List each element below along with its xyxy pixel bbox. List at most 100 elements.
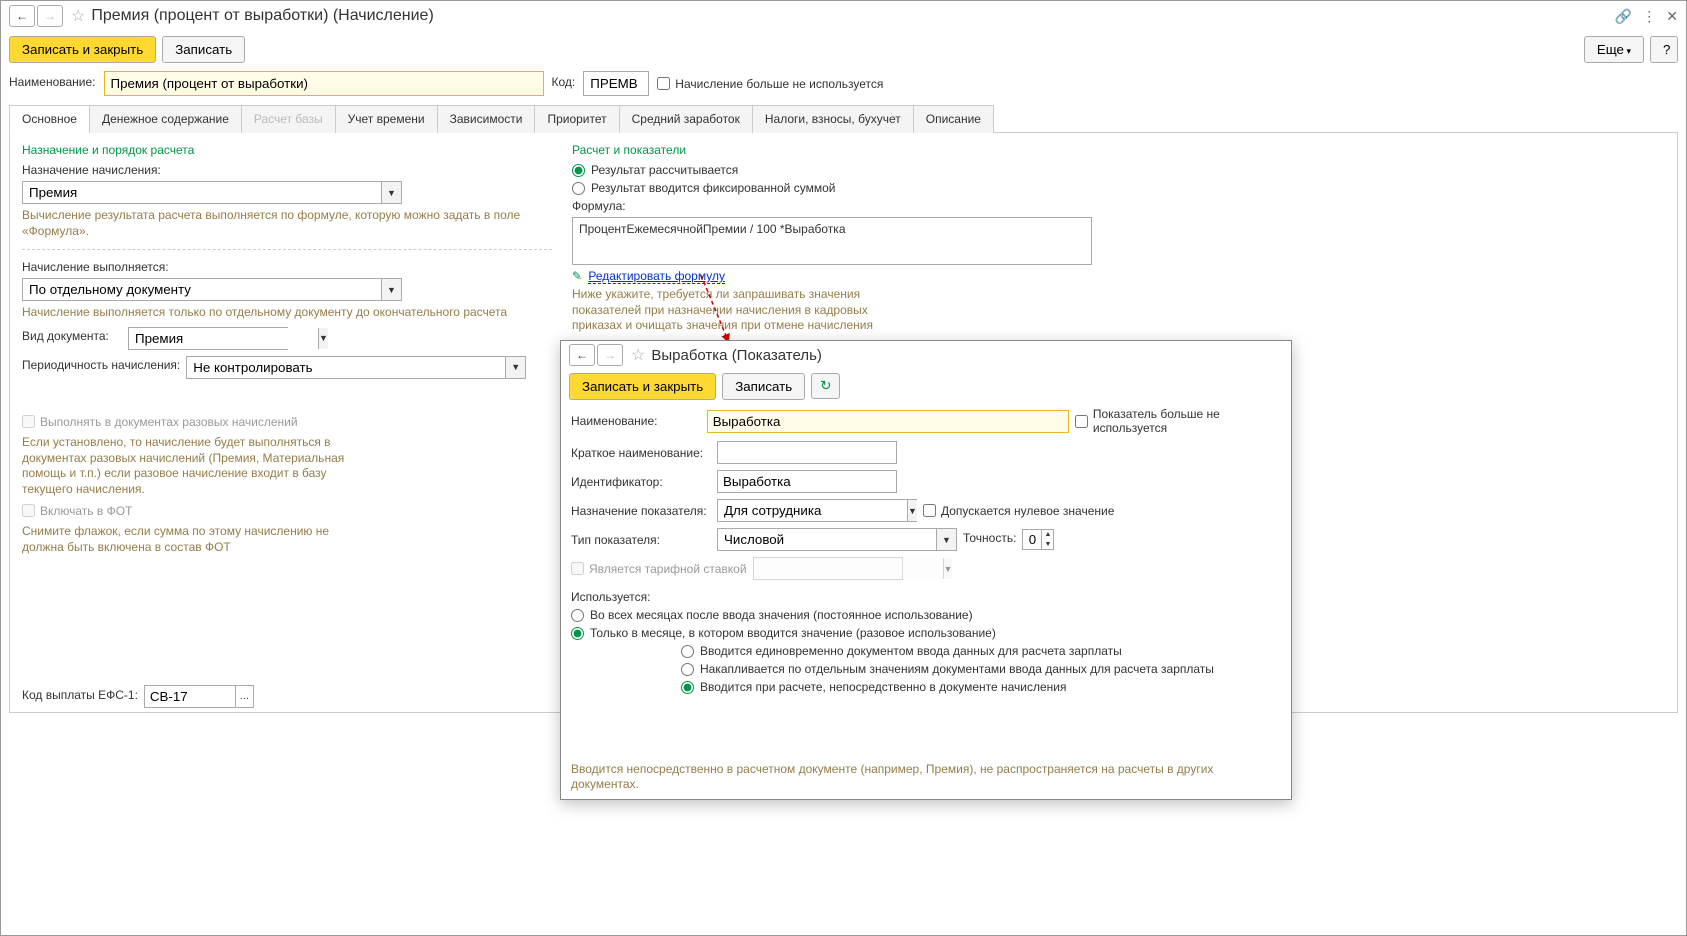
popup-id-input[interactable] [717,470,897,493]
period-value[interactable] [187,357,505,378]
tab-avg[interactable]: Средний заработок [619,105,753,133]
doc-type-value[interactable] [129,328,318,349]
favorite-icon[interactable]: ☆ [71,6,85,26]
save-button[interactable]: Записать [162,36,245,63]
edit-formula-link[interactable]: Редактировать формулу [588,269,725,284]
fot-hint: Снимите флажок, если сумма по этому начи… [22,524,372,555]
popup-not-used-checkbox[interactable]: Показатель больше не используется [1075,407,1281,435]
purpose-select[interactable]: ▼ [22,181,402,204]
help-button[interactable]: ? [1650,36,1678,63]
popup-precision-spinner[interactable]: ▲▼ [1022,529,1054,550]
pencil-icon: ✎ [572,269,582,283]
period-select[interactable]: ▼ [186,356,526,379]
popup-precision-label: Точность: [963,531,1016,545]
popup-titlebar: ← → ☆ Выработка (Показатель) [561,341,1291,369]
popup-back-button[interactable]: ← [569,344,595,366]
popup-toolbar: Записать и закрыть Записать ↻ [561,369,1291,403]
chevron-down-icon[interactable]: ▼ [381,182,401,203]
doc-type-select[interactable]: ▼ [128,327,288,350]
code-label: Код: [552,75,576,89]
popup-type-select[interactable]: ▼ [717,528,957,551]
tab-time[interactable]: Учет времени [335,105,438,133]
popup-not-used-label: Показатель больше не используется [1093,407,1281,435]
popup-forward-button[interactable]: → [597,344,623,366]
exec-value[interactable] [23,279,381,300]
left-column: Назначение и порядок расчета Назначение … [22,143,552,702]
spin-up-icon[interactable]: ▲ [1042,530,1053,540]
tab-priority[interactable]: Приоритет [534,105,619,133]
tab-taxes[interactable]: Налоги, взносы, бухучет [752,105,914,133]
tab-base: Расчет базы [241,105,336,133]
name-label: Наименование: [9,75,96,89]
exec-label: Начисление выполняется: [22,260,169,274]
calc-radio-2[interactable]: Результат вводится фиксированной суммой [572,181,1665,195]
section-calc-title: Расчет и показатели [572,143,1665,157]
chevron-down-icon[interactable]: ▼ [505,357,525,378]
popup-save-button[interactable]: Записать [722,373,805,400]
popup-sub-opt3[interactable]: Вводится при расчете, непосредственно в … [681,680,1281,694]
popup-body: Наименование: Показатель больше не испол… [561,403,1291,702]
chevron-down-icon[interactable]: ▼ [907,500,917,521]
popup-title: Выработка (Показатель) [651,347,822,364]
popup-used-label: Используется: [571,590,651,604]
formula-label: Формула: [572,199,626,213]
popup-tariff-label: Является тарифной ставкой [589,562,747,576]
fot-label: Включать в ФОТ [40,504,132,518]
efs-label: Код выплаты ЕФС-1: [22,688,138,702]
popup-sub-opt1[interactable]: Вводится единовременно документом ввода … [681,644,1281,658]
chevron-down-icon[interactable]: ▼ [318,328,328,349]
tab-deps[interactable]: Зависимости [437,105,536,133]
link-icon[interactable]: 🔗 [1615,8,1632,25]
popup-allow-zero[interactable]: Допускается нулевое значение [923,504,1114,518]
exec-select[interactable]: ▼ [22,278,402,301]
popup-used-opt2[interactable]: Только в месяце, в котором вводится знач… [571,626,1281,640]
efs-row: Код выплаты ЕФС-1: … [22,685,254,708]
popup-refresh-button[interactable]: ↻ [811,373,840,399]
tab-main[interactable]: Основное [9,105,90,133]
kebab-icon[interactable]: ⋮ [1642,8,1656,25]
popup-tariff-select: ▼ [753,557,903,580]
calc-radio-2-label: Результат вводится фиксированной суммой [591,181,835,195]
save-close-button[interactable]: Записать и закрыть [9,36,156,63]
popup-purpose-select[interactable]: ▼ [717,499,917,522]
popup-window: ← → ☆ Выработка (Показатель) Записать и … [560,340,1292,800]
onetime-hint: Если установлено, то начисление будет вы… [22,435,372,497]
popup-short-input[interactable] [717,441,897,464]
efs-input[interactable]: … [144,685,254,708]
not-used-checkbox[interactable]: Начисление больше не используется [657,77,883,91]
select-button[interactable]: … [235,686,253,707]
popup-short-label: Краткое наименование: [571,446,711,460]
forward-button[interactable]: → [37,5,63,27]
calc-radio-1[interactable]: Результат рассчитывается [572,163,1665,177]
exec-hint: Начисление выполняется только по отдельн… [22,305,552,321]
back-button[interactable]: ← [9,5,35,27]
fot-checkbox: Включать в ФОТ [22,504,132,518]
popup-sub-opt2[interactable]: Накапливается по отдельным значениям док… [681,662,1281,676]
spin-down-icon[interactable]: ▼ [1042,540,1053,550]
popup-name-input[interactable] [707,410,1069,433]
popup-id-label: Идентификатор: [571,475,711,489]
chevron-down-icon[interactable]: ▼ [381,279,401,300]
close-icon[interactable]: ✕ [1666,8,1678,25]
popup-used-opt1[interactable]: Во всех месяцах после ввода значения (по… [571,608,1281,622]
popup-favorite-icon[interactable]: ☆ [631,345,645,365]
tab-money[interactable]: Денежное содержание [89,105,242,133]
popup-purpose-label: Назначение показателя: [571,504,711,518]
onetime-checkbox: Выполнять в документах разовых начислени… [22,415,298,429]
doc-type-label: Вид документа: [22,329,122,343]
tabs: Основное Денежное содержание Расчет базы… [9,104,1678,133]
popup-save-close-button[interactable]: Записать и закрыть [569,373,716,400]
name-code-row: Наименование: Код: Начисление больше не … [1,67,1686,100]
purpose-value[interactable] [23,182,381,203]
chevron-down-icon[interactable]: ▼ [936,529,956,550]
purpose-label: Назначение начисления: [22,163,161,177]
popup-allow-zero-label: Допускается нулевое значение [941,504,1114,518]
popup-tariff-checkbox: Является тарифной ставкой [571,562,747,576]
window-title: Премия (процент от выработки) (Начислени… [91,7,433,25]
more-button[interactable]: Еще [1584,36,1644,63]
code-input[interactable] [583,71,649,96]
tab-desc[interactable]: Описание [913,105,994,133]
formula-box: ПроцентЕжемесячнойПремии / 100 *Выработк… [572,217,1092,265]
name-input[interactable] [104,71,544,96]
popup-bottom-hint: Вводится непосредственно в расчетном док… [571,762,1281,793]
